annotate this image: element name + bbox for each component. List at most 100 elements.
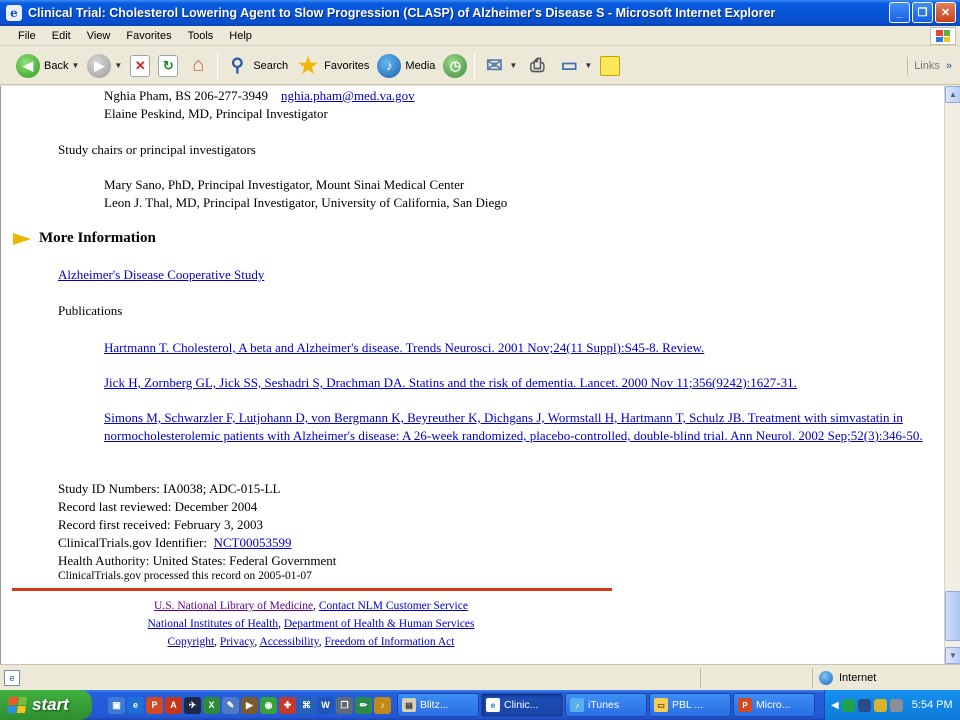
- tray-network-icon[interactable]: [841, 698, 855, 712]
- quicklaunch-media-icon[interactable]: ▶: [241, 696, 258, 714]
- start-button[interactable]: start: [0, 690, 92, 720]
- edit-button[interactable]: ▭ ▼: [553, 51, 596, 81]
- quicklaunch-ie-icon[interactable]: e: [127, 696, 144, 714]
- menu-favorites[interactable]: Favorites: [118, 30, 179, 42]
- quicklaunch-network-icon[interactable]: ⌘: [298, 696, 315, 714]
- minimize-button[interactable]: _: [889, 2, 910, 23]
- publication-link-hartmann[interactable]: Hartmann T. Cholesterol, A beta and Alzh…: [104, 339, 939, 357]
- quicklaunch-folder-icon[interactable]: ❐: [336, 696, 353, 714]
- close-button[interactable]: ✕: [935, 2, 956, 23]
- copyright-link[interactable]: Copyright: [168, 636, 215, 648]
- home-button[interactable]: ⌂: [182, 51, 214, 81]
- mail-button[interactable]: ✉ ▼: [478, 51, 521, 81]
- favorites-button[interactable]: ★ Favorites: [292, 51, 373, 81]
- footer-divider: [12, 588, 612, 591]
- record-last-reviewed: Record last reviewed: December 2004: [58, 499, 258, 514]
- search-button[interactable]: ⚲ Search: [221, 51, 292, 81]
- identifier-link[interactable]: NCT00053599: [214, 535, 292, 550]
- foia-link[interactable]: Freedom of Information Act: [324, 636, 454, 648]
- nlm-link[interactable]: U.S. National Library of Medicine: [154, 600, 313, 612]
- chair-sano: Mary Sano, PhD, Principal Investigator, …: [104, 177, 465, 192]
- menu-tools[interactable]: Tools: [180, 30, 222, 42]
- menu-file[interactable]: File: [0, 30, 44, 42]
- task-buttons: ▤ Blitz... e Clinic... ♪ iTunes ▭ PBL ..…: [397, 693, 815, 717]
- accessibility-link[interactable]: Accessibility: [259, 636, 318, 648]
- task-micro[interactable]: P Micro...: [733, 693, 815, 717]
- quicklaunch-app-icon[interactable]: ♪: [374, 696, 391, 714]
- nih-link[interactable]: National Institutes of Health: [147, 618, 278, 630]
- tray-printer-icon[interactable]: [857, 698, 871, 712]
- quicklaunch-desktop-icon[interactable]: ▣: [108, 696, 125, 714]
- tray-chevron-icon[interactable]: ◀: [831, 700, 839, 711]
- links-chevron-icon[interactable]: »: [946, 60, 952, 72]
- notes-button[interactable]: [596, 51, 624, 81]
- forward-dropdown-icon[interactable]: ▼: [114, 61, 122, 70]
- security-zone: Internet: [812, 668, 958, 688]
- quicklaunch-word-icon[interactable]: W: [317, 696, 334, 714]
- quicklaunch-powerpoint-icon[interactable]: P: [146, 696, 163, 714]
- contact-email-link[interactable]: nghia.pham@med.va.gov: [281, 88, 415, 103]
- identifier-label: ClinicalTrials.gov Identifier:: [58, 535, 207, 550]
- windows-flag-icon: [6, 697, 28, 713]
- powerpoint-icon: P: [738, 698, 752, 712]
- refresh-button[interactable]: ↻: [154, 51, 182, 81]
- tray-volume-icon[interactable]: [889, 698, 903, 712]
- blitz-icon: ▤: [402, 698, 416, 712]
- footer-line-2: National Institutes of Health, Departmen…: [147, 618, 475, 630]
- quicklaunch-messenger-icon[interactable]: ✎: [222, 696, 239, 714]
- clock: 5:54 PM: [911, 699, 953, 711]
- links-label: Links: [914, 60, 940, 72]
- quicklaunch-excel-icon[interactable]: X: [203, 696, 220, 714]
- tray-security-icon[interactable]: [873, 698, 887, 712]
- quicklaunch-player-icon[interactable]: ◉: [260, 696, 277, 714]
- task-clinic[interactable]: e Clinic...: [481, 693, 563, 717]
- record-first-received: Record first received: February 3, 2003: [58, 517, 264, 532]
- menu-help[interactable]: Help: [221, 30, 260, 42]
- print-button[interactable]: ⎙: [521, 51, 553, 81]
- internet-globe-icon: [819, 671, 833, 685]
- zone-label: Internet: [839, 672, 877, 684]
- stop-button[interactable]: ✕: [126, 51, 154, 81]
- scroll-thumb[interactable]: [945, 591, 960, 641]
- media-button[interactable]: ♪ Media: [373, 51, 439, 81]
- mail-dropdown-icon[interactable]: ▼: [509, 61, 517, 70]
- quicklaunch-access-icon[interactable]: A: [165, 696, 182, 714]
- privacy-link[interactable]: Privacy: [220, 636, 254, 648]
- toolbar-separator: [474, 52, 476, 79]
- page-status-icon: e: [4, 670, 20, 686]
- window-title: Clinical Trial: Cholesterol Lowering Age…: [28, 6, 776, 20]
- back-dropdown-icon[interactable]: ▼: [71, 61, 79, 70]
- section-arrow-icon: [13, 232, 31, 245]
- links-bar[interactable]: Links »: [907, 57, 952, 75]
- task-pbl[interactable]: ▭ PBL ...: [649, 693, 731, 717]
- vertical-scrollbar[interactable]: ▲ ▼: [944, 86, 960, 664]
- windows-logo-icon: [930, 27, 956, 45]
- task-itunes[interactable]: ♪ iTunes: [565, 693, 647, 717]
- scroll-up-button[interactable]: ▲: [945, 86, 960, 103]
- history-button[interactable]: ◷: [439, 51, 471, 81]
- page-viewport[interactable]: Nghia Pham, BS 206-277-3949 nghia.pham@m…: [0, 86, 944, 664]
- adcs-link[interactable]: Alzheimer's Disease Cooperative Study: [58, 267, 264, 283]
- quicklaunch-tool-icon[interactable]: ✚: [279, 696, 296, 714]
- toolbar-separator: [217, 52, 219, 79]
- menu-edit[interactable]: Edit: [44, 30, 79, 42]
- taskbar: start ▣ e P A ✈ X ✎ ▶ ◉ ✚ ⌘ W ❐ ✏ ♪ ▤ Bl…: [0, 690, 960, 720]
- quicklaunch-pen-icon[interactable]: ✏: [355, 696, 372, 714]
- maximize-button[interactable]: ❐: [912, 2, 933, 23]
- forward-button[interactable]: ▶ ▼: [83, 51, 126, 81]
- task-blitz[interactable]: ▤ Blitz...: [397, 693, 479, 717]
- menu-view[interactable]: View: [79, 30, 119, 42]
- refresh-icon: ↻: [158, 54, 179, 77]
- publication-link-jick[interactable]: Jick H, Zornberg GL, Jick SS, Seshadri S…: [104, 374, 939, 392]
- hhs-link[interactable]: Department of Health & Human Services: [284, 618, 475, 630]
- edit-dropdown-icon[interactable]: ▼: [584, 61, 592, 70]
- menu-bar: File Edit View Favorites Tools Help: [0, 26, 960, 46]
- scroll-down-button[interactable]: ▼: [945, 647, 960, 664]
- publication-link-simons[interactable]: Simons M, Schwarzler F, Lutjohann D, von…: [104, 409, 939, 445]
- more-information-section: More Information: [13, 230, 156, 247]
- contact-nlm-link[interactable]: Contact NLM Customer Service: [319, 600, 468, 612]
- quick-launch: ▣ e P A ✈ X ✎ ▶ ◉ ✚ ⌘ W ❐ ✏ ♪: [108, 696, 391, 714]
- ie-task-icon: e: [486, 698, 500, 712]
- back-button[interactable]: ◀ Back ▼: [12, 51, 83, 81]
- quicklaunch-plane-icon[interactable]: ✈: [184, 696, 201, 714]
